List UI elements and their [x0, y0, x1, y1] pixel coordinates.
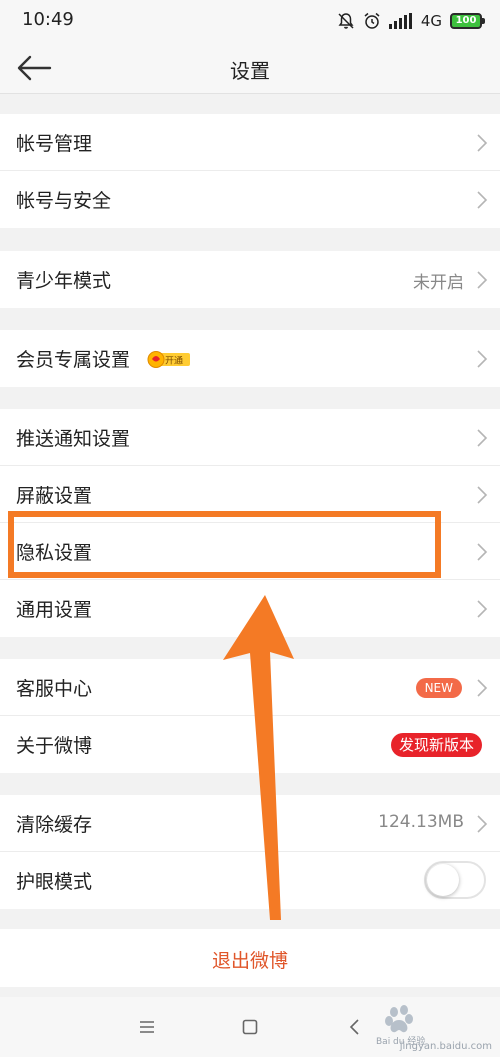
row-about-weibo[interactable]: 关于微博 发现新版本: [0, 716, 500, 773]
chevron-right-icon: [477, 271, 488, 289]
row-label: 会员专属设置: [16, 349, 131, 371]
chevron-right-icon: [477, 679, 488, 697]
menu-icon[interactable]: [137, 1017, 157, 1037]
alarm-icon: [364, 12, 380, 29]
row-label: 青少年模式: [16, 270, 112, 292]
highlight-box: [8, 511, 441, 578]
battery-level: 100: [455, 15, 477, 26]
nav-bar: 设置: [0, 42, 500, 94]
new-badge: NEW: [415, 678, 462, 698]
row-push-notification[interactable]: 推送通知设置: [0, 409, 500, 466]
row-label: 帐号管理: [16, 133, 93, 155]
section-support: 客服中心 NEW 关于微博 发现新版本: [0, 659, 500, 773]
watermark-url: jingyan.baidu.com: [399, 1041, 492, 1052]
row-label: 帐号与安全: [16, 190, 112, 212]
section-youth: 青少年模式 未开启: [0, 251, 500, 308]
row-value: 未开启: [413, 273, 464, 293]
page-title: 设置: [230, 59, 270, 83]
row-eye-protection: 护眼模式: [0, 852, 500, 909]
row-customer-service[interactable]: 客服中心 NEW: [0, 659, 500, 716]
row-label: 护眼模式: [16, 871, 93, 893]
chevron-right-icon: [477, 350, 488, 368]
update-badge: 发现新版本: [390, 733, 482, 757]
row-label: 客服中心: [16, 678, 93, 700]
chevron-right-icon: [477, 600, 488, 618]
row-label: 清除缓存: [16, 814, 93, 836]
chevron-right-icon: [477, 429, 488, 447]
row-account-security[interactable]: 帐号与安全: [0, 171, 500, 228]
chevron-right-icon: [477, 543, 488, 561]
section-vip: 会员专属设置 开通: [0, 330, 500, 387]
row-label: 关于微博: [16, 735, 93, 757]
status-icons: 4G 100: [337, 10, 485, 32]
chevron-right-icon: [477, 191, 488, 209]
section-misc: 清除缓存 124.13MB 护眼模式: [0, 795, 500, 909]
vip-badge: 开通: [147, 351, 190, 368]
logout-label: 退出微博: [211, 950, 288, 972]
row-youth-mode[interactable]: 青少年模式 未开启: [0, 251, 500, 308]
status-time: 10:49: [22, 9, 74, 30]
section-account: 帐号管理 帐号与安全: [0, 114, 500, 228]
eye-protection-toggle[interactable]: [424, 861, 486, 899]
row-clear-cache[interactable]: 清除缓存 124.13MB: [0, 795, 500, 852]
mute-icon: [338, 13, 354, 29]
chevron-right-icon: [477, 134, 488, 152]
row-account-management[interactable]: 帐号管理: [0, 114, 500, 171]
row-general-settings[interactable]: 通用设置: [0, 580, 500, 637]
row-vip-settings[interactable]: 会员专属设置 开通: [0, 330, 500, 387]
chevron-right-icon: [477, 486, 488, 504]
row-label: 通用设置: [16, 599, 93, 621]
signal-icon: [388, 13, 412, 29]
vip-badge-label: 开通: [165, 356, 183, 367]
chevron-right-icon: [477, 815, 488, 833]
network-label: 4G: [420, 12, 442, 30]
home-icon[interactable]: [240, 1017, 260, 1037]
row-value: 124.13MB: [378, 812, 464, 832]
row-label: 推送通知设置: [16, 428, 131, 450]
battery-icon: 100: [450, 13, 485, 29]
logout-button[interactable]: 退出微博: [0, 929, 500, 987]
back-icon[interactable]: [345, 1017, 365, 1037]
row-label: 屏蔽设置: [16, 485, 93, 507]
status-bar: 10:49 4G 100: [0, 0, 500, 42]
toggle-knob: [427, 864, 459, 896]
